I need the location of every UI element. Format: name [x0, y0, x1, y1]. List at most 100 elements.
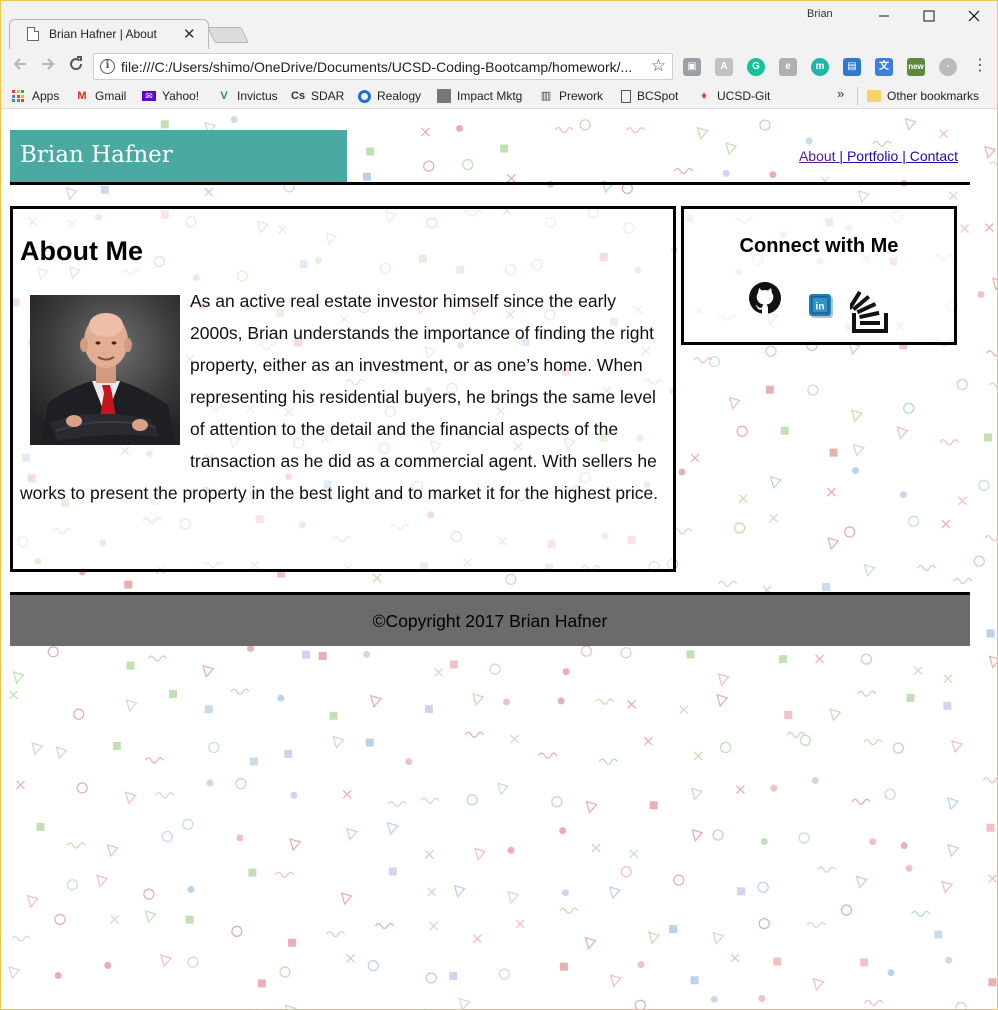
pdf-extension-icon[interactable]: A	[715, 58, 733, 76]
bookmark-realogy[interactable]: Realogy	[358, 87, 421, 105]
browser-toolbar: i file:///C:/Users/shimo/OneDrive/Docume…	[1, 49, 997, 83]
bookmark-gmail[interactable]: M Gmail	[75, 87, 126, 105]
linkedin-link[interactable]: in	[808, 293, 834, 324]
nav-link-contact[interactable]: Contact	[910, 148, 958, 164]
bookmark-star-icon[interactable]: ☆	[651, 56, 666, 76]
pattern-shape	[806, 921, 826, 929]
bookmark-prework[interactable]: ▥ Prework	[539, 87, 603, 105]
bookmark-invictus[interactable]: V Invictus	[217, 87, 277, 105]
pattern-shape	[863, 739, 883, 746]
pattern-shape	[31, 742, 44, 756]
pattern-shape	[26, 894, 39, 909]
pattern-shape	[561, 889, 569, 897]
maximize-button[interactable]	[906, 5, 952, 27]
address-bar[interactable]: i file:///C:/Users/shimo/OneDrive/Docume…	[93, 53, 673, 80]
bookmark-impact[interactable]: Impact Mktg	[437, 87, 522, 105]
about-section: About Me As an active real estate invest…	[10, 206, 676, 572]
pattern-shape	[829, 708, 842, 722]
pattern-shape	[47, 646, 59, 658]
pattern-shape	[427, 887, 437, 897]
pattern-shape	[678, 468, 686, 476]
pattern-shape	[8, 690, 18, 700]
realogy-icon	[358, 89, 371, 103]
site-header: Brian Hafner About | Portfolio | Contact	[10, 130, 970, 185]
back-button[interactable]	[9, 55, 31, 77]
pattern-shape	[591, 843, 601, 853]
pattern-shape	[807, 384, 819, 396]
pattern-shape	[627, 699, 637, 709]
pattern-shape	[289, 838, 302, 852]
pattern-shape	[169, 690, 178, 699]
pattern-shape	[144, 757, 165, 764]
pattern-shape	[799, 734, 811, 746]
bookmark-ucsd-git[interactable]: ♦ UCSD-Git	[697, 87, 770, 105]
pattern-shape	[372, 573, 382, 583]
pattern-shape	[899, 491, 907, 499]
pattern-shape	[770, 784, 778, 792]
url-text[interactable]: file:///C:/Users/shimo/OneDrive/Document…	[121, 59, 641, 75]
bookmark-apps[interactable]: Apps	[12, 87, 59, 105]
nav-link-about[interactable]: About	[799, 148, 836, 164]
pattern-shape	[712, 931, 725, 946]
pattern-shape	[346, 827, 359, 841]
github-link[interactable]	[748, 281, 782, 320]
pattern-shape	[279, 966, 291, 978]
minimize-button[interactable]	[861, 5, 907, 27]
new-extension-icon[interactable]: new	[907, 58, 925, 76]
pattern-shape	[736, 425, 748, 437]
pattern-shape	[620, 866, 632, 878]
pattern-shape	[236, 834, 244, 842]
pattern-shape	[984, 223, 994, 233]
bookmark-label: SDAR	[311, 89, 345, 103]
pattern-shape	[850, 409, 863, 423]
pattern-shape	[76, 782, 88, 794]
nav-link-portfolio[interactable]: Portfolio	[847, 148, 898, 164]
new-tab-button[interactable]	[207, 27, 249, 43]
close-window-button[interactable]	[951, 5, 997, 27]
bookmark-label: Gmail	[95, 89, 127, 103]
pattern-shape	[54, 913, 66, 926]
pattern-shape	[230, 116, 238, 124]
stackoverflow-link[interactable]	[847, 283, 896, 340]
reader-icon[interactable]: ▤	[843, 58, 861, 76]
pattern-shape	[943, 701, 952, 710]
profile-name[interactable]: Brian	[807, 8, 833, 20]
translate-icon[interactable]: 文	[875, 58, 893, 76]
pattern-shape	[860, 653, 873, 665]
pattern-shape	[284, 1004, 297, 1009]
pattern-shape	[249, 757, 258, 766]
pattern-shape	[758, 917, 770, 930]
pattern-shape	[160, 954, 173, 968]
forward-button[interactable]	[37, 55, 59, 77]
bookmark-other[interactable]: Other bookmarks	[867, 87, 979, 105]
bookmark-bcspot[interactable]: BCSpot	[621, 87, 678, 105]
pattern-shape	[65, 187, 78, 201]
pattern-shape	[449, 971, 458, 980]
sdar-icon: Cs	[291, 90, 306, 102]
chrome-menu-icon[interactable]: ⋮	[969, 55, 991, 77]
pattern-shape	[941, 519, 951, 529]
site-brand[interactable]: Brian Hafner	[20, 142, 173, 168]
pattern-shape	[274, 871, 295, 878]
evernote-icon[interactable]: e	[779, 58, 797, 76]
tab-close-icon[interactable]: ✕	[183, 25, 196, 43]
back-arrow-icon	[13, 58, 26, 70]
bookmark-yahoo[interactable]: ✉ Yahoo!	[142, 87, 199, 105]
pattern-shape	[916, 564, 937, 572]
more-bookmarks-icon[interactable]: »	[837, 86, 844, 101]
reload-button[interactable]	[65, 55, 87, 77]
pattern-shape	[538, 752, 558, 759]
mercury-icon[interactable]: m	[811, 58, 829, 76]
pattern-shape	[326, 930, 346, 938]
extension-circle-icon[interactable]: ·	[939, 58, 957, 76]
pattern-shape	[502, 698, 510, 706]
bookmark-sdar[interactable]: Cs SDAR	[291, 87, 344, 105]
pattern-shape	[986, 823, 995, 832]
pattern-shape	[691, 828, 704, 843]
extension-icon[interactable]: ▣	[683, 58, 701, 76]
grammarly-icon[interactable]: G	[747, 58, 765, 76]
pattern-shape	[363, 650, 371, 658]
pattern-shape	[978, 479, 990, 491]
browser-tab-content[interactable]: Brian Hafner | About ✕	[9, 19, 209, 49]
info-icon[interactable]: i	[100, 59, 115, 74]
